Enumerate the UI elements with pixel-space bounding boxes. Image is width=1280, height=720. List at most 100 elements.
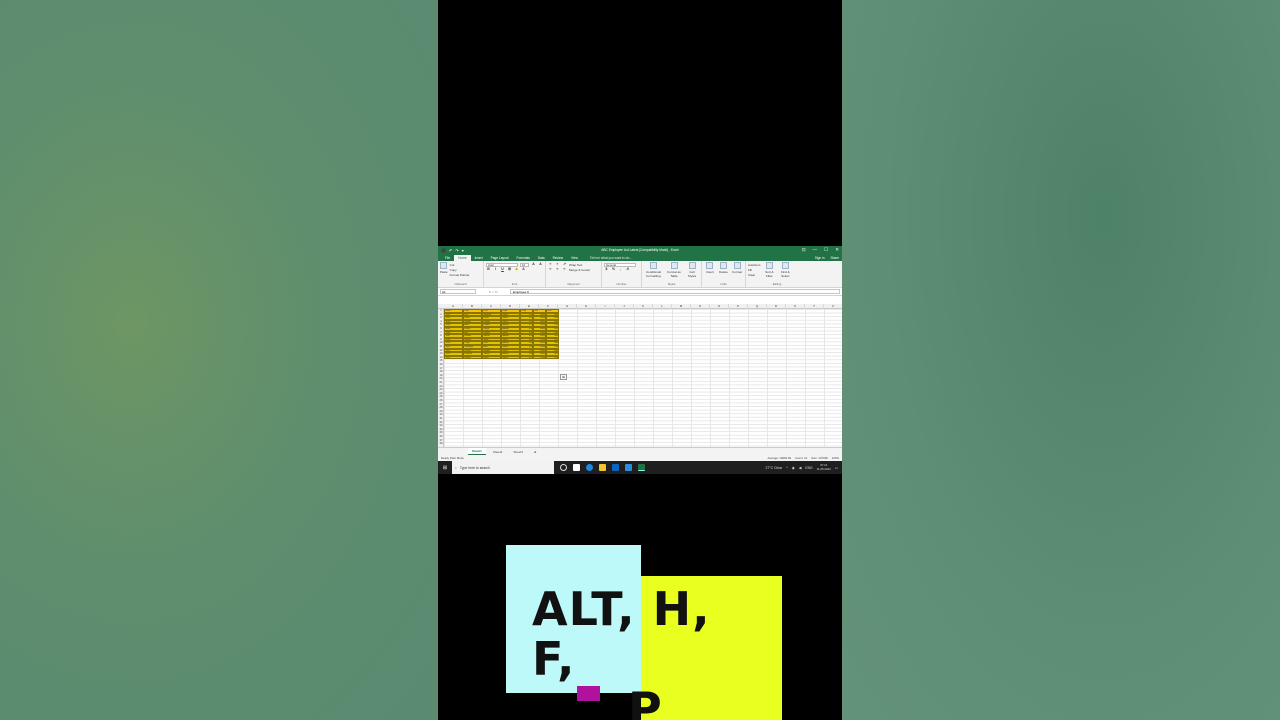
edge-browser-icon[interactable]	[586, 464, 593, 471]
currency-icon[interactable]: $	[604, 267, 609, 272]
font-name-select[interactable]: Arial	[486, 262, 518, 267]
find-select-icon	[781, 262, 789, 269]
worksheet-grid[interactable]: ABCDEFGHIJKLMNOPQRSTU 1 2 3 4 5 6 7 8 9 10 11 12 13 1…	[438, 304, 842, 447]
taskbar-search[interactable]: ⌕ Type here to search	[452, 461, 554, 474]
quick-analysis-icon[interactable]: ⊞	[560, 374, 567, 380]
window-controls: ⊡ — ☐ ✕	[802, 247, 839, 253]
increase-decimal-icon[interactable]: .0	[625, 267, 630, 272]
keyboard-shortcut-caption: ALT, H, F, P	[532, 584, 764, 720]
title-bar: ⬛ ↶ ↷ ▾ ABC Employee List Latest [Compat…	[438, 246, 842, 254]
tray-overflow-icon[interactable]: ^	[786, 466, 788, 470]
alignment-group: ≡ ≡ ↗ Wrap Text ≡ ≡ ≡ Merge & Center Ali…	[546, 261, 602, 287]
delete-cells-icon	[720, 262, 727, 269]
clear-button[interactable]: Clear	[748, 273, 755, 277]
fill-button[interactable]: Fill	[748, 268, 752, 272]
sort-filter-icon	[765, 262, 773, 269]
table-row: 1013 Kishor Bajaj Sales 4/7 5150 515	[444, 355, 559, 360]
font-group: Arial 10 A A B I U ⊞ ◆ A Font	[484, 261, 546, 287]
weather-widget[interactable]: 27°C Clear	[766, 466, 783, 470]
name-box[interactable]: A1	[440, 289, 476, 294]
align-right-icon[interactable]: ≡	[562, 267, 567, 272]
sheet-tab-2[interactable]: Sheet2	[489, 449, 507, 455]
pinned-apps	[560, 464, 645, 471]
number-label: Number	[616, 282, 627, 286]
percent-icon[interactable]: %	[611, 267, 616, 272]
share-button[interactable]: Share	[830, 256, 839, 260]
formula-input[interactable]: Employee #	[510, 289, 840, 294]
table-cell[interactable]: 1013	[444, 355, 463, 360]
task-view-icon[interactable]	[560, 464, 567, 471]
table-cell[interactable]: 4/7	[520, 355, 533, 360]
shortcut-line-2: P	[628, 682, 663, 720]
table-cell[interactable]: Bajaj	[482, 355, 501, 360]
close-icon[interactable]: ✕	[835, 247, 839, 253]
ribbon-display-icon[interactable]: ⊡	[802, 247, 806, 253]
blurred-background-right	[842, 0, 1280, 720]
fill-color-icon[interactable]: ◆	[514, 267, 519, 272]
status-count: Count: 14	[795, 456, 808, 460]
notifications-icon[interactable]: ▭	[835, 466, 838, 470]
paste-button[interactable]: Paste	[440, 262, 448, 277]
store-icon[interactable]	[612, 464, 619, 471]
taskbar-app-icon[interactable]	[573, 464, 580, 471]
comma-icon[interactable]: ,	[618, 267, 623, 272]
fx-icon[interactable]: ✕ ✓ fx	[478, 290, 508, 294]
table-cell[interactable]: 5150	[533, 355, 546, 360]
font-color-icon[interactable]: A	[521, 267, 526, 272]
borders-icon[interactable]: ⊞	[507, 267, 512, 272]
table-cell[interactable]: Kishor	[463, 355, 482, 360]
merge-center-button[interactable]: Merge & Center	[569, 268, 590, 272]
format-as-table-icon	[670, 262, 678, 269]
file-explorer-icon[interactable]	[599, 464, 606, 471]
status-mode: Ready Filter Mode	[441, 456, 464, 460]
clock[interactable]: 07:14 11-05-2022	[817, 463, 831, 471]
format-painter-button[interactable]: Format Painter	[450, 273, 470, 277]
blurred-background-left	[0, 0, 438, 720]
status-sum: Sum: 107090	[811, 456, 828, 460]
align-left-icon[interactable]: ≡	[548, 267, 553, 272]
zoom-level[interactable]: 100%	[832, 456, 839, 460]
cut-button[interactable]: Cut	[450, 263, 455, 267]
underline-icon[interactable]: U	[500, 267, 505, 272]
input-language[interactable]: ENG	[805, 466, 812, 470]
font-size-select[interactable]: 10	[520, 262, 529, 267]
styles-label: Styles	[667, 282, 676, 286]
sign-in-link[interactable]: Sign in	[815, 256, 825, 260]
sheet-tabs: Sheet1 Sheet2 Sheet3 ⊕	[438, 447, 842, 455]
table-cell[interactable]: 515	[546, 355, 559, 360]
maximize-icon[interactable]: ☐	[824, 247, 828, 253]
windows-taskbar: ⊞ ⌕ Type here to search 27°C Clear ^ ◉ ◀…	[438, 461, 842, 474]
ribbon-home: Paste Cut Copy Format Painter Clipboard …	[438, 261, 842, 288]
paste-icon	[440, 262, 448, 269]
editing-label: Editing	[772, 282, 782, 286]
windows-start-icon[interactable]: ⊞	[438, 465, 452, 471]
italic-icon[interactable]: I	[493, 267, 498, 272]
align-center-icon[interactable]: ≡	[555, 267, 560, 272]
copy-button[interactable]: Copy	[450, 268, 457, 272]
alignment-label: Alignment	[567, 282, 580, 286]
table-cell[interactable]: Sales	[501, 355, 520, 360]
volume-icon[interactable]: ◀	[799, 466, 802, 470]
sheet-tab-3[interactable]: Sheet3	[509, 449, 527, 455]
cells-group: Insert Delete Format Cells	[702, 261, 746, 287]
wrap-text-button[interactable]: Wrap Text	[569, 263, 582, 267]
network-icon[interactable]: ◉	[792, 466, 795, 470]
minimize-icon[interactable]: —	[813, 247, 818, 253]
excel-app-icon[interactable]	[638, 464, 645, 471]
autosum-button[interactable]: AutoSum	[748, 263, 760, 267]
video-frame: ⬛ ↶ ↷ ▾ ABC Employee List Latest [Compat…	[438, 0, 842, 720]
shrink-font-icon[interactable]: A	[538, 262, 543, 267]
clipboard-group: Paste Cut Copy Format Painter Clipboard	[438, 261, 484, 287]
bold-icon[interactable]: B	[486, 267, 491, 272]
number-format-select[interactable]: General	[604, 262, 636, 267]
insert-cells-icon	[706, 262, 714, 269]
sheet-tab-1[interactable]: Sheet1	[468, 448, 486, 455]
mail-icon[interactable]	[625, 464, 632, 471]
employee-table: Emp # First Last Dept Date Sal Bon 1001 Raj Sharm…	[444, 309, 559, 360]
excel-window: ⬛ ↶ ↷ ▾ ABC Employee List Latest [Compat…	[438, 246, 842, 474]
search-placeholder: Type here to search	[459, 465, 490, 470]
grow-font-icon[interactable]: A	[531, 262, 536, 267]
formula-bar: A1 ✕ ✓ fx Employee #	[438, 288, 842, 296]
status-average: Average: 10000.69	[767, 456, 792, 460]
add-sheet-icon[interactable]: ⊕	[530, 449, 541, 455]
